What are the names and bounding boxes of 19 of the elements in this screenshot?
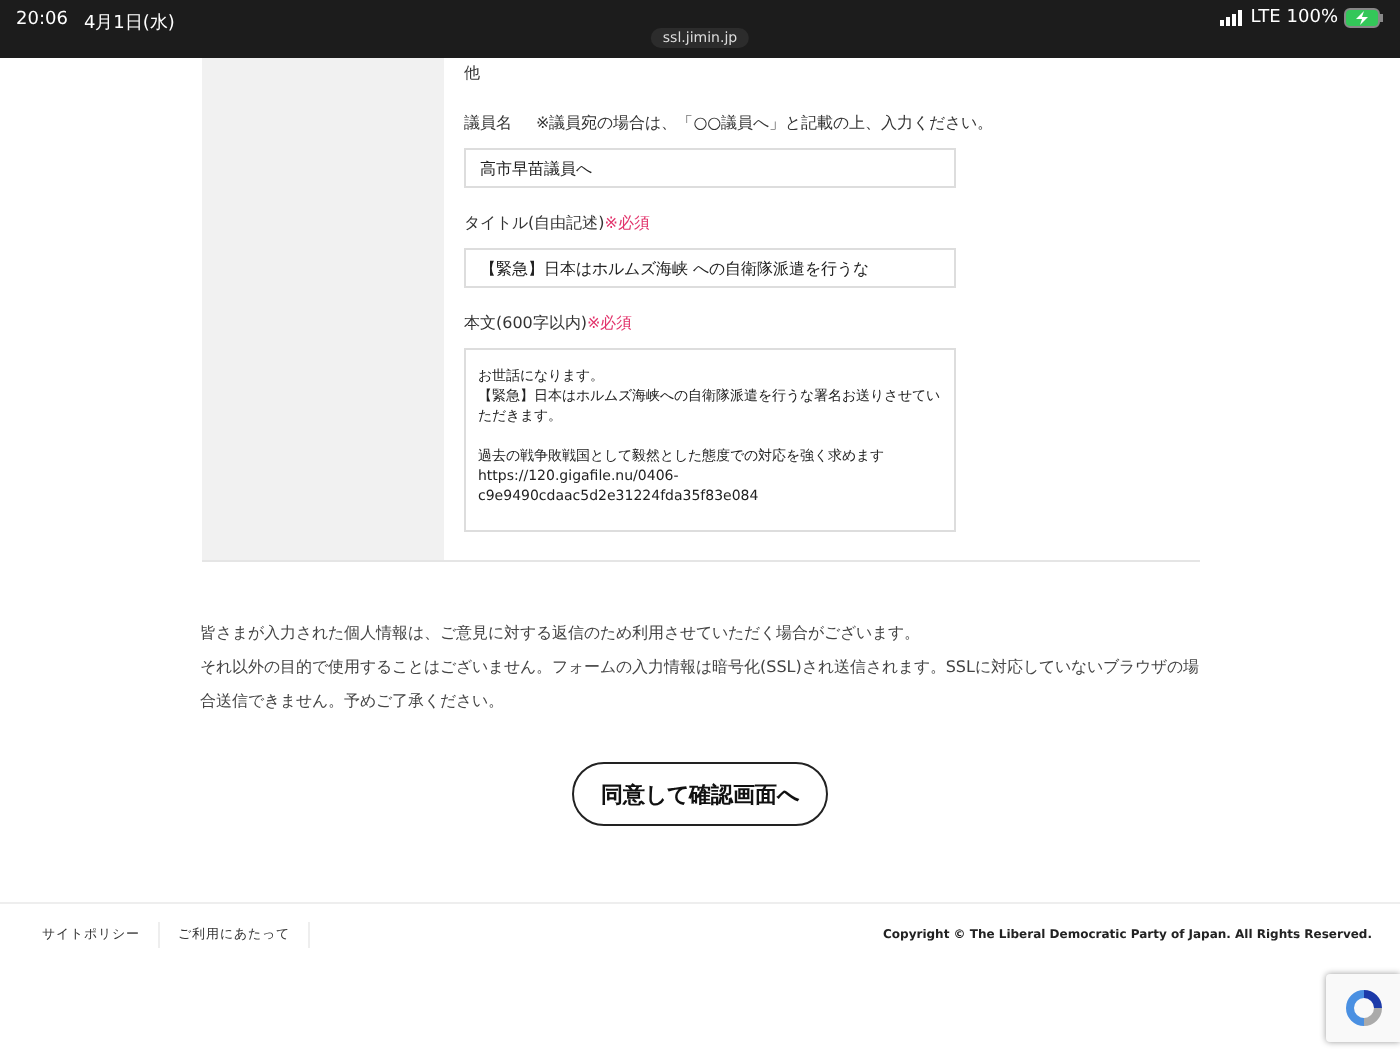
field-label: タイトル(自由記述) xyxy=(464,212,605,234)
notice-text: 皆さまが入力された個人情報は、ご意見に対する返信のため利用させていただく場合がございます。 xyxy=(200,622,922,646)
signal-icon xyxy=(1220,10,1245,26)
recaptcha-badge[interactable] xyxy=(1326,974,1400,1042)
field-label: 議員名 xyxy=(464,112,512,134)
input-field[interactable]: 高市早苗議員へ xyxy=(464,148,956,188)
notice-text: それ以外の目的で使用することはございません。フォームの入力情報は暗号化(SSL)され送信されます。SSLに対応していないブラウザの場合送信できません。予めご了承ください。 xyxy=(200,656,1200,714)
field-label: 本文(600字以内) xyxy=(464,312,588,334)
status-time: 20:06 xyxy=(16,10,68,34)
submit-button[interactable]: 同意して確認画面へ xyxy=(572,762,828,826)
battery-percent: 100% xyxy=(1286,8,1338,28)
status-date: 4月1日(水) xyxy=(83,11,175,36)
network-label: LTE xyxy=(1250,8,1281,28)
recaptcha-icon xyxy=(1341,986,1385,1030)
field-note: ※議員宛の場合は、「○○議員へ」と記載の上、入力ください。 xyxy=(536,112,994,134)
required-mark: ※必須 xyxy=(587,312,633,334)
option-text: 他 xyxy=(464,62,482,84)
input-field[interactable]: 【緊急】日本はホルムズ海峡 への自衛隊派遣を行うな xyxy=(464,248,956,288)
required-mark: ※必須 xyxy=(604,212,650,234)
